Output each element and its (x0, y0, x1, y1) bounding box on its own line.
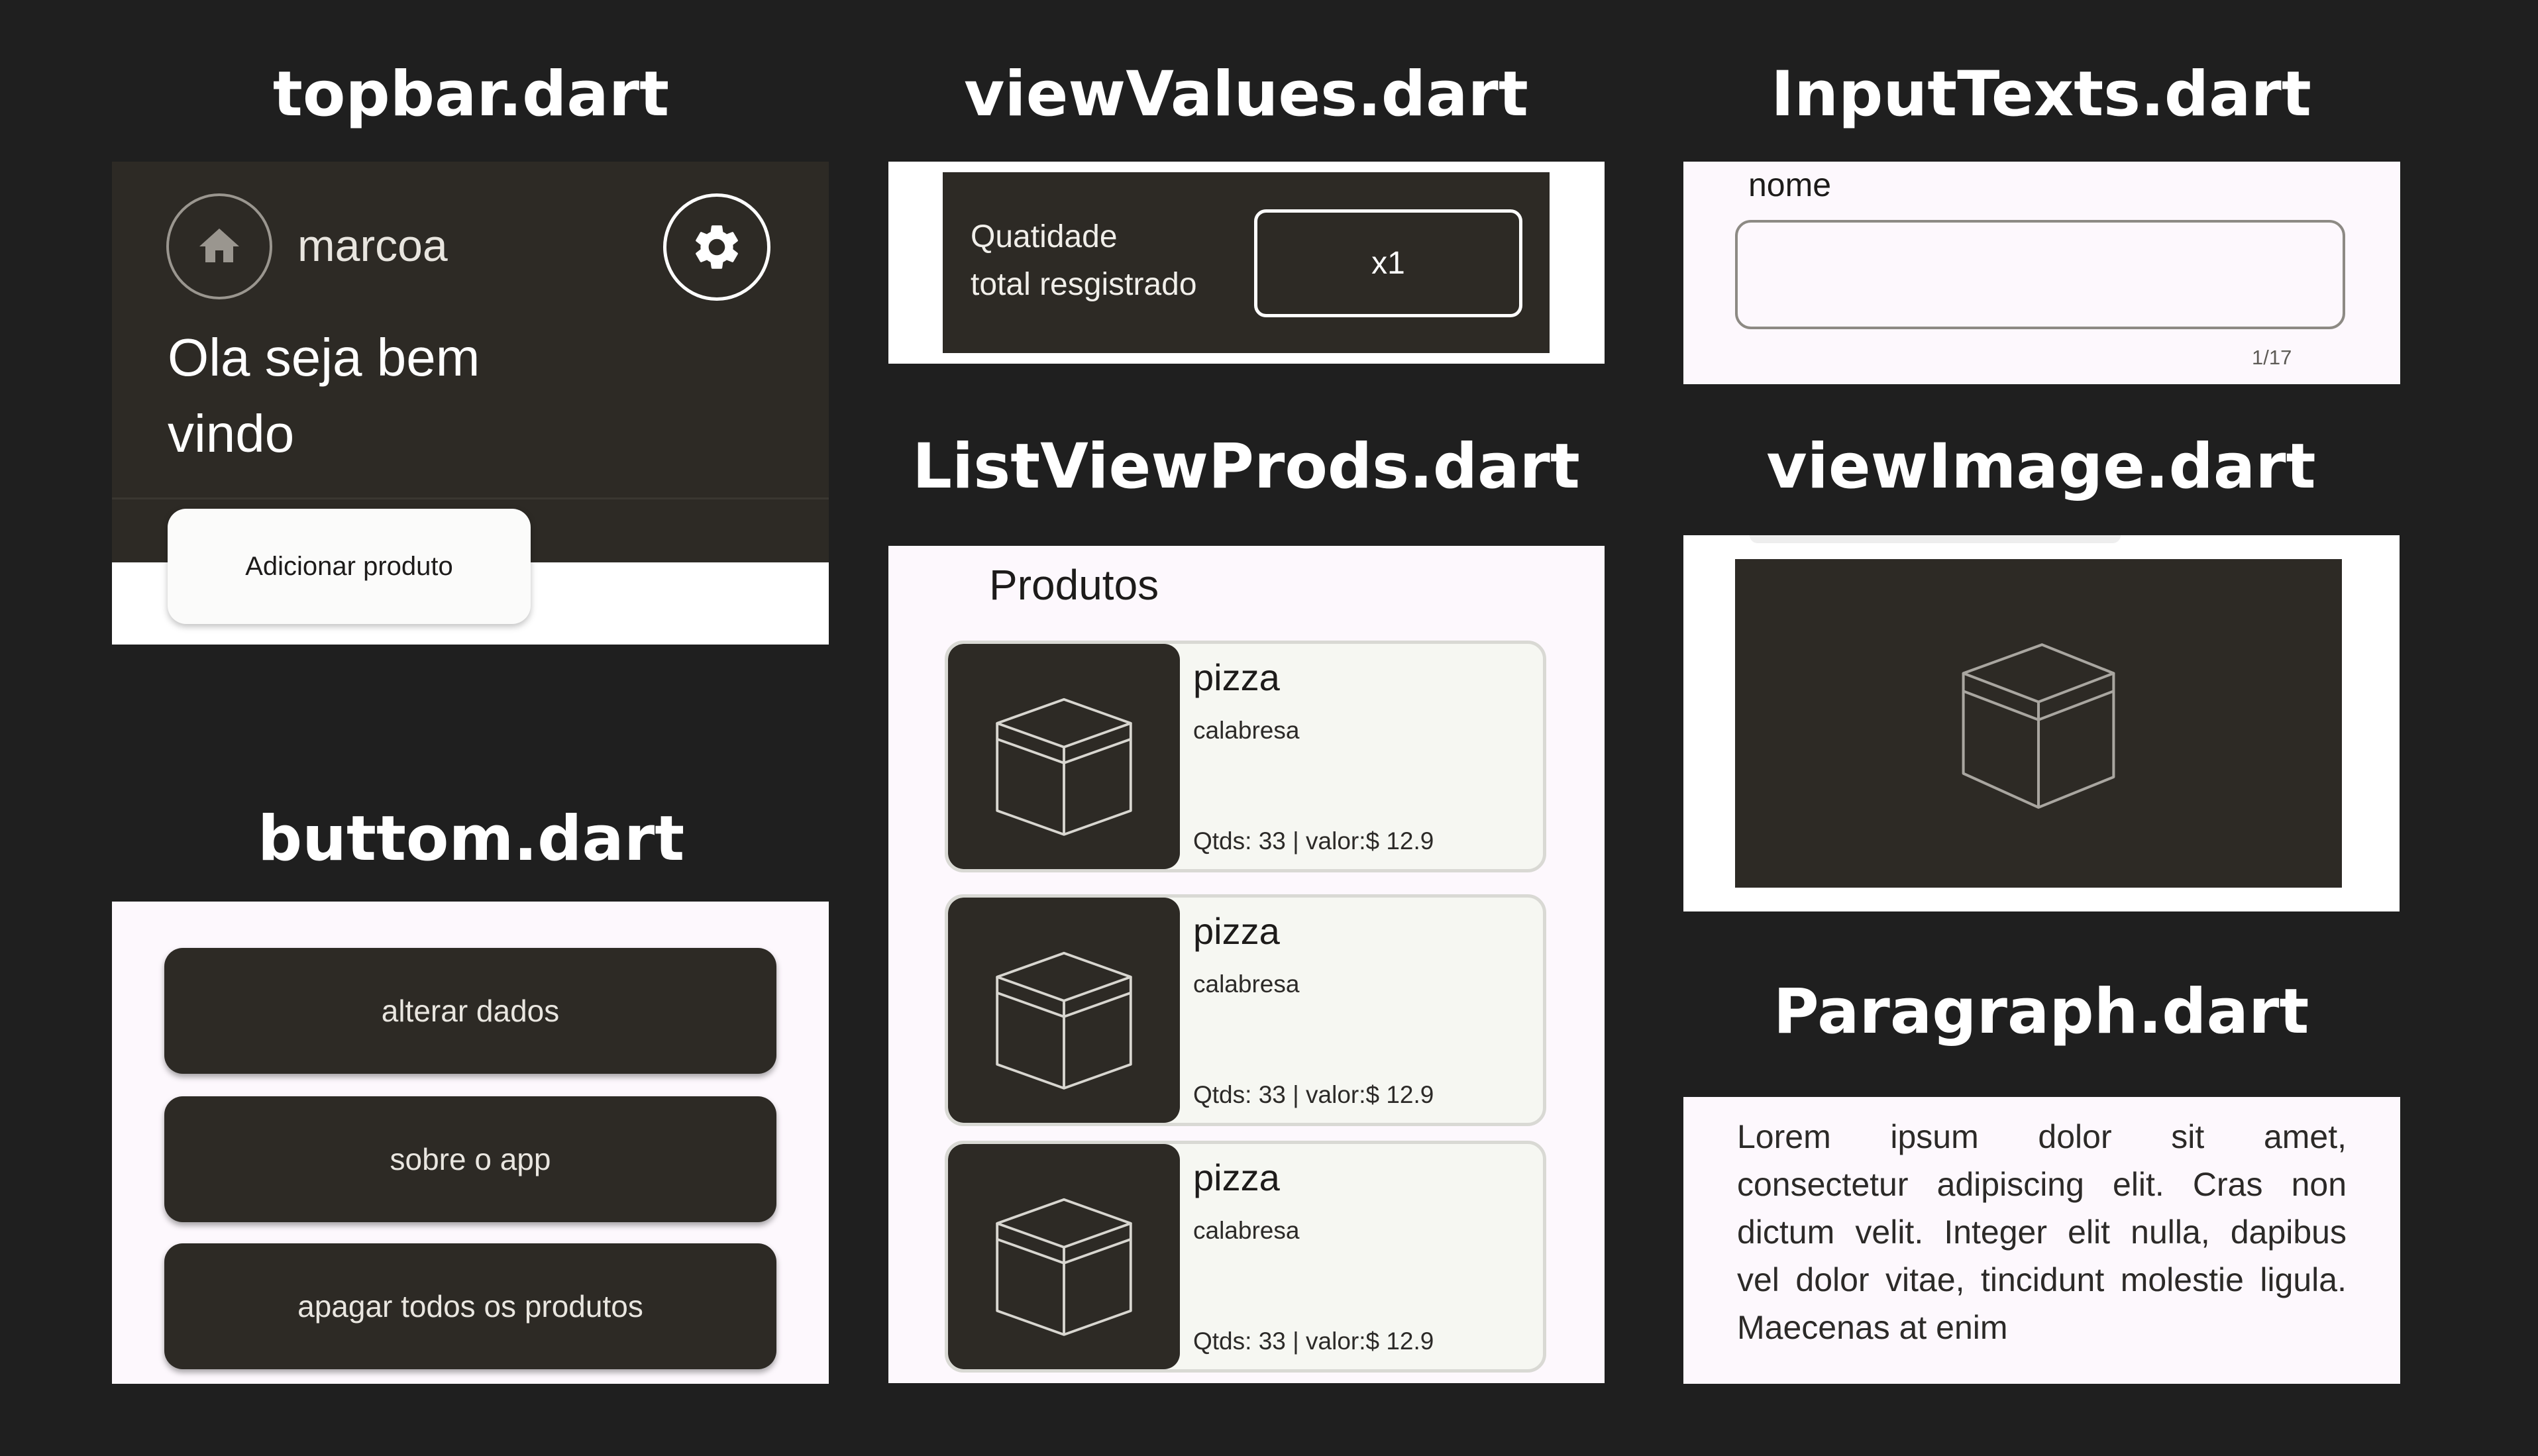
cube-icon (996, 951, 1132, 1090)
alter-data-button[interactable]: alterar dados (164, 948, 776, 1074)
home-icon (199, 229, 239, 262)
buttom-title: buttom.dart (257, 803, 685, 875)
inputtexts-title: InputTexts.dart (1771, 58, 2311, 130)
name-field-label: nome (1748, 166, 1832, 203)
alter-data-label: alterar dados (381, 994, 560, 1028)
product-card[interactable]: pizza calabresa Qtds: 33 | valor:$ 12.9 (945, 641, 1546, 872)
product-name: pizza (1193, 656, 1280, 698)
paragraph-preview: Lorem ipsum dolor sit amet, consectetur … (1683, 1097, 2400, 1384)
name-input[interactable] (1735, 220, 2345, 329)
greeting-line-2: vindo (168, 404, 295, 463)
values-box: Quatidade total resgistrado x1 (943, 172, 1550, 353)
product-name: pizza (1193, 1157, 1280, 1198)
name-input-counter: 1/17 (2252, 346, 2292, 369)
viewimage-preview (1683, 535, 2400, 911)
settings-button[interactable] (663, 193, 770, 301)
add-product-button[interactable]: Adicionar produto (168, 509, 531, 624)
image-shadow-hint (1750, 535, 2121, 543)
product-card[interactable]: pizza calabresa Qtds: 33 | valor:$ 12.9 (945, 1141, 1546, 1373)
paragraph-line-3: dictum velit. Integer elit nulla, dapibu… (1737, 1214, 2347, 1251)
gear-icon (696, 225, 738, 269)
paragraph-text: Lorem ipsum dolor sit amet, consectetur … (1737, 1113, 2347, 1351)
image-container (1735, 559, 2342, 888)
paragraph-line-2: consectetur adipiscing elit. Cras non (1737, 1166, 2347, 1203)
product-info: Qtds: 33 | valor:$ 12.9 (1193, 827, 1434, 855)
home-button[interactable] (166, 193, 272, 299)
delete-all-products-button[interactable]: apagar todos os produtos (164, 1243, 776, 1369)
product-name: pizza (1193, 910, 1280, 952)
cube-icon (1962, 643, 2115, 809)
values-label-line-1: Quatidade (971, 219, 1118, 254)
cube-icon (996, 1198, 1132, 1336)
product-info: Qtds: 33 | valor:$ 12.9 (1193, 1327, 1434, 1355)
listviewprods-preview: Produtos pizza calabresa Qtds: 33 | valo… (888, 546, 1605, 1383)
username: marcoa (297, 221, 448, 271)
product-image (948, 898, 1180, 1123)
paragraph-line-1: Lorem ipsum dolor sit amet, (1737, 1118, 2347, 1155)
product-description: calabresa (1193, 970, 1300, 998)
about-app-label: sobre o app (390, 1142, 551, 1176)
paragraph-line-4: vel dolor vitae, tincidunt molestie ligu… (1737, 1261, 2347, 1298)
product-card[interactable]: pizza calabresa Qtds: 33 | valor:$ 12.9 (945, 894, 1546, 1126)
topbar-title: topbar.dart (272, 58, 670, 130)
values-count: x1 (1371, 246, 1405, 281)
product-image (948, 644, 1180, 869)
delete-all-products-label: apagar todos os produtos (297, 1289, 643, 1324)
add-product-label: Adicionar produto (245, 551, 453, 581)
cube-icon (996, 698, 1132, 836)
paragraph-line-5: Maecenas at enim (1737, 1309, 2008, 1346)
values-count-box: x1 (1254, 209, 1522, 317)
product-image (948, 1144, 1180, 1369)
paragraph-title: Paragraph.dart (1773, 976, 2309, 1048)
listviewprods-title: ListViewProds.dart (912, 431, 1580, 503)
products-heading: Produtos (989, 561, 1159, 609)
product-description: calabresa (1193, 1217, 1300, 1244)
viewvalues-preview: Quatidade total resgistrado x1 (888, 162, 1605, 364)
product-info: Qtds: 33 | valor:$ 12.9 (1193, 1081, 1434, 1108)
greeting-line-1: Ola seja bem (168, 328, 480, 387)
topbar-divider (112, 497, 829, 499)
buttom-preview: alterar dados sobre o app apagar todos o… (112, 902, 829, 1384)
topbar-preview: marcoa Ola seja bem vindo Adicionar prod… (112, 162, 829, 645)
about-app-button[interactable]: sobre o app (164, 1096, 776, 1222)
viewimage-title: viewImage.dart (1766, 431, 2316, 503)
values-label-line-2: total resgistrado (971, 267, 1197, 302)
viewvalues-title: viewValues.dart (964, 58, 1528, 130)
product-description: calabresa (1193, 717, 1300, 744)
inputtexts-preview: nome 1/17 (1683, 162, 2400, 384)
